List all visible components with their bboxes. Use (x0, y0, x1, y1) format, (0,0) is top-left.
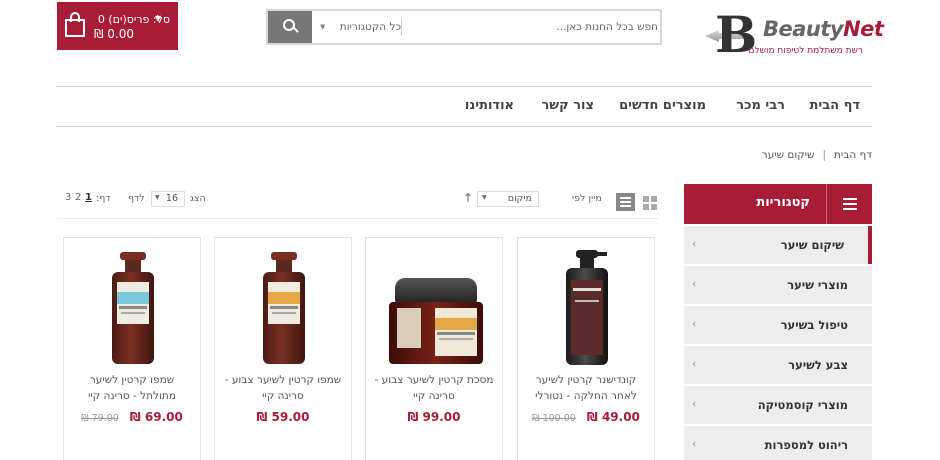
nav-best-sellers[interactable]: רבי מכר (736, 98, 785, 113)
per-page-label: לדף (128, 193, 145, 204)
sort-arrow-icon[interactable]: ↑ (463, 191, 473, 205)
sidebar-item-hair-color[interactable]: צבע לשיער ‹ (684, 346, 872, 384)
page-3[interactable]: 3 (65, 192, 71, 203)
chevron-left-icon: ‹ (692, 357, 697, 370)
nav-new-products[interactable]: מוצרים חדשים (619, 98, 706, 113)
sidebar-item-label: טיפול בשיער (780, 318, 848, 332)
search-bar: ▼ כל הקטגוריות (266, 9, 662, 45)
chevron-left-icon: ‹ (692, 437, 697, 450)
shopping-bag-icon (65, 11, 85, 39)
page-2[interactable]: 2 (75, 192, 81, 203)
search-input[interactable] (406, 11, 658, 43)
show-label: הצג (190, 193, 206, 204)
sort-select[interactable]: מיקום ▼ (477, 191, 539, 207)
sidebar-item-cosmetics[interactable]: מוצרי קוסמטיקה ‹ (684, 386, 872, 424)
nav-contact[interactable]: צור קשר (541, 98, 594, 113)
cart-total: ₪ 0.00 (94, 27, 134, 41)
breadcrumb-home[interactable]: דף הבית (834, 149, 872, 161)
product-old-price: 79.00 ₪ (81, 413, 119, 424)
per-page-value: 16 (165, 193, 178, 204)
nav-about[interactable]: אודותינו (465, 98, 514, 113)
product-old-price: 100.00 ₪ (532, 413, 576, 424)
sidebar-item-hair-products[interactable]: מוצרי שיער ‹ (684, 266, 872, 304)
page-label: דף: (96, 193, 111, 204)
logo[interactable]: B BeautyNet רשת משתלמת לטיפוח מושלם (705, 6, 884, 68)
product-card[interactable]: שמפו קרטין לשיער מתולתל - סרינה קיי 69.0… (63, 237, 201, 460)
product-image[interactable] (112, 252, 154, 364)
product-price: 59.00 ₪ (256, 410, 310, 424)
chevron-left-icon: ‹ (692, 237, 697, 250)
logo-name: BeautyNet (763, 17, 884, 41)
product-title[interactable]: שמפו קרטין לשיער מתולתל - סרינה קיי (72, 372, 192, 404)
product-card[interactable]: מסכת קרטין לשיער צבוע - סרינה קיי 99.00 … (365, 237, 503, 460)
product-prices: 69.00 ₪ 79.00 ₪ (64, 406, 200, 425)
caret-down-icon: ▼ (155, 194, 160, 201)
product-image[interactable] (263, 252, 305, 364)
category-select-value: כל הקטגוריות (339, 21, 401, 33)
category-select[interactable]: ▼ כל הקטגוריות (316, 11, 401, 43)
product-prices: 49.00 ₪ 100.00 ₪ (518, 406, 654, 425)
logo-tagline: רשת משתלמת לטיפוח מושלם (748, 46, 863, 56)
product-image[interactable] (566, 250, 608, 365)
breadcrumb-current: שיקום שיער (761, 149, 815, 161)
chevron-left-icon: ‹ (692, 317, 697, 330)
caret-down-icon: ▼ (320, 23, 326, 31)
caret-down-icon: ▼ (482, 194, 487, 201)
per-page-select[interactable]: 16 ▼ (151, 191, 185, 207)
grid-view-icon[interactable] (641, 193, 658, 211)
categories-title: קטגוריות (756, 195, 810, 210)
cart-button[interactable]: ▼ סל: פריס(ים) 0 ₪ 0.00 (57, 2, 178, 50)
product-price: 49.00 ₪ (586, 410, 640, 424)
sidebar-item-hair-care[interactable]: טיפול בשיער ‹ (684, 306, 872, 344)
sidebar-item-salon-furniture[interactable]: ריהוט למספרות ‹ (684, 426, 872, 460)
product-title[interactable]: שמפו קרטין לשיער צבוע - סרינה קיי (223, 372, 343, 404)
product-image[interactable] (387, 278, 485, 366)
search-button[interactable] (268, 11, 312, 43)
product-prices: 99.00 ₪ (366, 406, 502, 425)
sidebar-item-label: מוצרי קוסמטיקה (757, 398, 848, 412)
menu-icon[interactable] (826, 184, 872, 224)
cart-label: סל: פריס(ים) 0 (97, 13, 170, 26)
product-price: 99.00 ₪ (407, 410, 461, 424)
product-price: 69.00 ₪ (129, 410, 183, 424)
sidebar-item-label: מוצרי שיער (787, 278, 848, 292)
breadcrumb: דף הבית|שיקום שיער (761, 149, 872, 161)
product-title[interactable]: קונדישנר קרטין לשיער לאחר החלקה - נטורלי (526, 372, 646, 404)
product-card[interactable]: קונדישנר קרטין לשיער לאחר החלקה - נטורלי… (517, 237, 655, 460)
sidebar-item-label: שיקום שיער (780, 238, 844, 252)
chevron-left-icon: ‹ (692, 397, 697, 410)
list-view-icon[interactable] (616, 193, 635, 211)
nav-home[interactable]: דף הבית (809, 98, 860, 113)
sidebar-item-label: ריהוט למספרות (764, 438, 848, 452)
page-1[interactable]: 1 (85, 192, 92, 203)
sort-select-value: מיקום (507, 193, 532, 204)
sidebar-item-hair-restoration[interactable]: שיקום שיער ‹ (684, 226, 872, 264)
product-card[interactable]: שמפו קרטין לשיער צבוע - סרינה קיי 59.00 … (214, 237, 352, 460)
categories-header: קטגוריות (684, 184, 872, 224)
sort-label: מיין לפי (572, 193, 602, 204)
sidebar-item-label: צבע לשיער (788, 358, 848, 372)
product-title[interactable]: מסכת קרטין לשיער צבוע - סרינה קיי (374, 372, 494, 404)
chevron-left-icon: ‹ (692, 277, 697, 290)
product-prices: 59.00 ₪ (215, 406, 351, 425)
